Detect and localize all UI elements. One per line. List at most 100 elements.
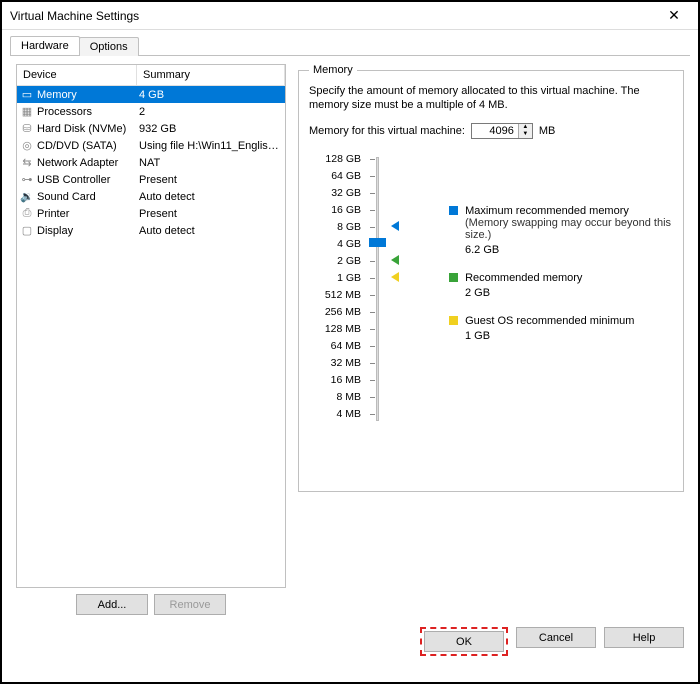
tick-label: 64 MB (309, 340, 361, 357)
tick-mark (370, 193, 375, 194)
device-summary: Present (139, 174, 283, 186)
device-name: Network Adapter (37, 157, 139, 169)
list-item[interactable]: 🔉Sound CardAuto detect (17, 188, 285, 205)
tick-mark (370, 278, 375, 279)
device-summary: 932 GB (139, 123, 283, 135)
tick-label: 4 GB (309, 238, 361, 255)
device-summary: Auto detect (139, 191, 283, 203)
sound-icon: 🔉 (19, 190, 35, 204)
window-title: Virtual Machine Settings (10, 9, 139, 23)
printer-icon: ⎙ (19, 207, 35, 221)
memory-group: Memory Specify the amount of memory allo… (298, 64, 684, 492)
tick-label: 256 MB (309, 306, 361, 323)
device-name: Processors (37, 106, 139, 118)
tick-label: 8 MB (309, 391, 361, 408)
tick-label: 32 MB (309, 357, 361, 374)
tab-options[interactable]: Options (79, 37, 139, 56)
device-name: Sound Card (37, 191, 139, 203)
device-name: Display (37, 225, 139, 237)
tick-mark (370, 295, 375, 296)
tick-label: 64 GB (309, 170, 361, 187)
memory-legend-area: Maximum recommended memory (Memory swapp… (409, 153, 673, 425)
display-icon: ▢ (19, 224, 35, 238)
list-item[interactable]: ▦Processors2 (17, 103, 285, 120)
cd-icon: ◎ (19, 139, 35, 153)
memory-desc: Specify the amount of memory allocated t… (309, 84, 673, 113)
spinner-up-icon[interactable]: ▲ (518, 124, 532, 131)
tick-label: 1 GB (309, 272, 361, 289)
swatch-max-icon (449, 206, 458, 215)
add-button[interactable]: Add... (76, 594, 148, 615)
spinner-down-icon[interactable]: ▼ (518, 131, 532, 138)
memory-input-label: Memory for this virtual machine: (309, 125, 465, 137)
device-name: Hard Disk (NVMe) (37, 123, 139, 135)
header-device: Device (17, 65, 137, 85)
tick-label: 512 MB (309, 289, 361, 306)
device-summary: 4 GB (139, 89, 283, 101)
tick-label: 32 GB (309, 187, 361, 204)
tick-mark (370, 380, 375, 381)
tick-mark (370, 159, 375, 160)
tick-mark (370, 329, 375, 330)
legend-max-label: Maximum recommended memory (465, 205, 629, 217)
tab-hardware[interactable]: Hardware (10, 36, 80, 55)
tick-mark (370, 312, 375, 313)
tick-label: 16 MB (309, 374, 361, 391)
memory-spinner[interactable]: ▲ ▼ (471, 123, 533, 139)
legend-min-label: Guest OS recommended minimum (465, 315, 634, 327)
tick-label: 128 GB (309, 153, 361, 170)
list-header: Device Summary (17, 65, 285, 86)
titlebar: Virtual Machine Settings ✕ (2, 2, 698, 30)
remove-button[interactable]: Remove (154, 594, 226, 615)
memory-legend: Memory (309, 64, 357, 76)
list-item[interactable]: ▢DisplayAuto detect (17, 222, 285, 239)
tick-mark (370, 227, 375, 228)
disk-icon: ⛁ (19, 122, 35, 136)
list-item[interactable]: ⇆Network AdapterNAT (17, 154, 285, 171)
memory-input[interactable] (472, 124, 518, 138)
device-name: CD/DVD (SATA) (37, 140, 139, 152)
tick-label: 8 GB (309, 221, 361, 238)
help-button[interactable]: Help (604, 627, 684, 648)
device-summary: NAT (139, 157, 283, 169)
tick-mark (370, 363, 375, 364)
list-item[interactable]: ◎CD/DVD (SATA)Using file H:\Win11_Englis… (17, 137, 285, 154)
net-icon: ⇆ (19, 156, 35, 170)
swatch-min-icon (449, 316, 458, 325)
tab-strip: Hardware Options (2, 30, 698, 55)
tick-mark (370, 397, 375, 398)
memory-slider[interactable] (365, 153, 405, 425)
slider-thumb[interactable] (369, 238, 386, 247)
slider-tick-labels: 128 GB64 GB32 GB16 GB8 GB4 GB2 GB1 GB512… (309, 153, 361, 425)
usb-icon: ⊶ (19, 173, 35, 187)
ok-button[interactable]: OK (424, 631, 504, 652)
marker-min-icon (391, 272, 399, 282)
memory-icon: ▭ (19, 88, 35, 102)
close-icon[interactable]: ✕ (654, 4, 694, 28)
device-summary: Present (139, 208, 283, 220)
tick-mark (370, 210, 375, 211)
tick-mark (370, 414, 375, 415)
legend-max-note: (Memory swapping may occur beyond this s… (465, 217, 673, 241)
cancel-button[interactable]: Cancel (516, 627, 596, 648)
list-item[interactable]: ⎙PrinterPresent (17, 205, 285, 222)
device-list[interactable]: Device Summary ▭Memory4 GB▦Processors2⛁H… (16, 64, 286, 588)
device-summary: Using file H:\Win11_English_... (139, 140, 283, 152)
ok-highlight: OK (420, 627, 508, 656)
legend-max-value: 6.2 GB (465, 244, 673, 256)
device-name: Printer (37, 208, 139, 220)
tick-label: 2 GB (309, 255, 361, 272)
list-item[interactable]: ▭Memory4 GB (17, 86, 285, 103)
legend-rec-label: Recommended memory (465, 272, 582, 284)
header-summary: Summary (137, 65, 285, 85)
list-item[interactable]: ⛁Hard Disk (NVMe)932 GB (17, 120, 285, 137)
legend-min-value: 1 GB (465, 330, 673, 342)
tick-mark (370, 176, 375, 177)
memory-unit: MB (539, 125, 556, 137)
list-item[interactable]: ⊶USB ControllerPresent (17, 171, 285, 188)
device-summary: Auto detect (139, 225, 283, 237)
tick-label: 128 MB (309, 323, 361, 340)
device-summary: 2 (139, 106, 283, 118)
tick-mark (370, 261, 375, 262)
legend-rec-value: 2 GB (465, 287, 673, 299)
